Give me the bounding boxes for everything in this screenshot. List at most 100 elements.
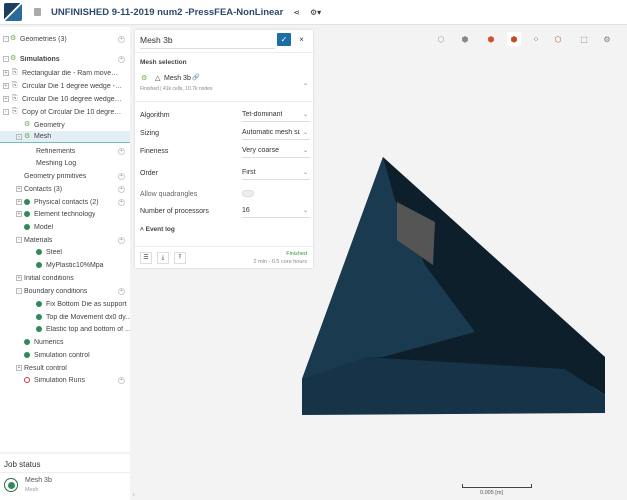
tree-item[interactable]: - Boundary conditions + [0,285,130,297]
tree-item-label: Geometry primitives [24,172,87,180]
mesh-viewport[interactable] [135,60,627,440]
expand-icon[interactable]: + [16,211,22,217]
tree-item[interactable]: + Initial conditions [0,272,130,284]
cube-vertices-icon[interactable]: ⁘ [529,32,543,46]
gear-icon[interactable]: ⚙▾ [310,8,321,17]
check-icon [24,211,30,217]
header: UNFINISHED 9-11-2019 num2 -PressFEA-NonL… [0,0,627,25]
tree-item[interactable]: ⚙ Geometry [0,119,130,131]
box-select-icon[interactable]: ⬚ [577,32,591,46]
add-icon[interactable]: + [118,172,125,180]
tree-item[interactable]: + Contacts (3) + [0,183,130,195]
tree-item[interactable]: MyPlastic10%Mpa [0,259,130,271]
tree-item-label: Numerics [34,338,64,346]
job-status-title: Job status [4,460,41,469]
check-icon [36,301,42,307]
scale-bar [462,484,532,488]
collapse-icon[interactable]: - [3,109,9,115]
tree-item[interactable]: + Element technology [0,208,130,220]
mesh-name-input[interactable]: Mesh 3b [140,33,275,49]
tree-item[interactable]: Meshing Log [0,157,130,169]
tree-item[interactable]: + ⎘ Circular Die 1 degree wedge - To... [0,80,130,92]
tree-item[interactable]: Elastic top and bottom of ... [0,323,130,335]
collapse-icon[interactable]: - [3,56,9,62]
add-icon[interactable]: + [118,185,125,193]
collapse-icon[interactable]: - [16,133,22,140]
cube-solid-icon[interactable]: ⬢ [458,32,472,46]
sim-icon: ⚙ [24,133,31,140]
add-icon[interactable]: + [118,236,125,244]
tree-item[interactable]: - ⚙ Mesh [0,131,130,143]
cube-outline-icon[interactable]: ⬡ [434,32,448,46]
tree-item[interactable]: Refinements + [0,145,130,157]
tree-item[interactable]: Model [0,221,130,233]
collapse-icon[interactable]: - [3,36,9,42]
check-icon [36,262,42,268]
tree-item[interactable]: - ⚙ Geometries (3) + [0,33,130,45]
tree-item[interactable]: - ⚙ Simulations + [0,53,130,65]
settings-sliders-icon[interactable]: ⚙ [600,32,614,46]
tree-item-label: Circular Die 10 degree wedge - T... [22,95,122,103]
expand-icon[interactable]: + [16,365,22,371]
tree-item-label: Meshing Log [36,159,77,167]
expand-icon[interactable]: + [16,199,22,205]
sim-icon: ⚙ [24,121,31,128]
confirm-button[interactable]: ✓ [277,33,291,46]
tree-item-label: Model [34,223,54,231]
tree-item-label: Physical contacts (2) [34,198,99,206]
tree-item-label: Elastic top and bottom of ... [46,325,130,333]
collapse-icon[interactable]: - [16,288,22,294]
add-icon[interactable]: + [118,376,125,384]
tree-item[interactable]: + ⎘ Circular Die 10 degree wedge - T... [0,93,130,105]
tree-item[interactable]: Fix Bottom Die as support [0,298,130,310]
check-icon [24,224,30,230]
tree-item-label: Simulation Runs [34,376,85,384]
close-button[interactable]: × [295,33,308,46]
tree-item[interactable]: Geometry primitives + [0,170,130,182]
check-icon [36,326,42,332]
add-icon[interactable]: + [118,55,125,63]
share-icon[interactable]: ⋖ [293,8,300,17]
cube-selected-icon[interactable]: ⬢ [507,32,521,46]
tree-item[interactable]: Numerics [0,336,130,348]
tree-item[interactable]: + Result control [0,362,130,374]
expand-icon[interactable]: + [16,275,22,281]
tree-item[interactable]: Simulation control [0,349,130,361]
tree-item[interactable]: + Physical contacts (2) + [0,196,130,208]
expand-icon[interactable]: + [3,70,9,76]
expand-icon[interactable]: + [16,186,22,192]
job-status-panel: Job status Mesh 3b Mesh [0,454,130,500]
tree-item-label: MyPlastic10%Mpa [46,261,104,269]
file-icon: ⎘ [12,69,18,76]
tree-item[interactable]: Steel [0,246,130,258]
check-icon [24,339,30,345]
tree-item-label: Fix Bottom Die as support [46,300,127,308]
collapse-icon[interactable]: - [16,237,22,243]
check-icon [36,249,42,255]
collapse-sidebar-handle[interactable]: ‹ [133,492,135,498]
check-icon [24,199,30,205]
tree-item-label: Mesh [34,133,52,140]
tree-item-label: Initial conditions [24,274,74,282]
cube-orange-icon[interactable]: ⬢ [484,32,498,46]
expand-icon[interactable]: + [3,83,9,89]
cube-faces-icon[interactable]: ⬡ [551,32,565,46]
tree-item[interactable]: Top die Movement dx0 dy... [0,311,130,323]
tree-item-label: Result control [24,364,67,372]
project-title: UNFINISHED 9-11-2019 num2 -PressFEA-NonL… [51,6,284,18]
tree-item-label: Boundary conditions [24,287,88,295]
tree-item-label: Geometries (3) [20,35,67,43]
tree-item[interactable]: - Materials + [0,234,130,246]
tree-item[interactable]: Simulation Runs + [0,374,130,386]
tree-item-label: Element technology [34,210,96,218]
app-logo[interactable] [4,3,22,21]
job-name[interactable]: Mesh 3b [25,477,52,484]
add-icon[interactable]: + [118,35,125,43]
add-icon[interactable]: + [118,147,125,155]
add-icon[interactable]: + [118,287,125,295]
expand-icon[interactable]: + [3,96,9,102]
tree-item[interactable]: + ⎘ Rectangular die - Ram movemen... [0,67,130,79]
tree-item[interactable]: - ⎘ Copy of Circular Die 10 degree ... [0,106,130,118]
sim-icon: ⚙ [10,55,17,62]
add-icon[interactable]: + [118,198,125,206]
